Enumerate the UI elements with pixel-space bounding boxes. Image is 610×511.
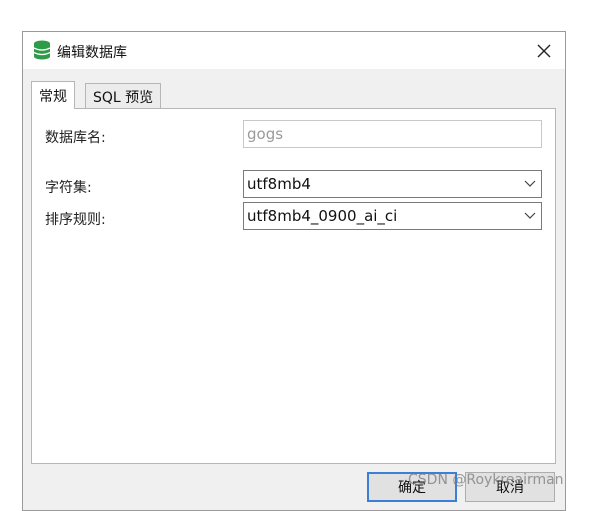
title-bar: 编辑数据库 xyxy=(23,32,565,69)
charset-label: 字符集: xyxy=(45,180,92,196)
collation-label: 排序规则: xyxy=(45,212,106,228)
edit-database-dialog: 编辑数据库 常规 SQL 预览 数据库名: gogs 字符集: utf8mb4 … xyxy=(22,31,566,511)
db-name-value: gogs xyxy=(247,125,284,143)
db-name-field: gogs xyxy=(243,120,542,148)
watermark: CSDN @Roykreairman xyxy=(408,472,564,488)
chevron-down-icon xyxy=(524,180,536,187)
tab-bar: 常规 SQL 预览 xyxy=(31,81,561,109)
db-name-label: 数据库名: xyxy=(45,130,106,146)
charset-value: utf8mb4 xyxy=(247,175,311,193)
database-icon xyxy=(33,40,51,60)
charset-select[interactable]: utf8mb4 xyxy=(243,170,542,198)
close-button[interactable] xyxy=(531,38,557,64)
tab-general[interactable]: 常规 xyxy=(31,81,75,109)
close-icon xyxy=(537,44,551,58)
tab-sql-preview[interactable]: SQL 预览 xyxy=(85,83,162,108)
general-panel: 数据库名: gogs 字符集: utf8mb4 排序规则: utf8mb4_09… xyxy=(31,108,556,464)
collation-select[interactable]: utf8mb4_0900_ai_ci xyxy=(243,202,542,230)
dialog-title: 编辑数据库 xyxy=(57,45,127,61)
collation-value: utf8mb4_0900_ai_ci xyxy=(247,207,398,225)
chevron-down-icon xyxy=(524,212,536,219)
